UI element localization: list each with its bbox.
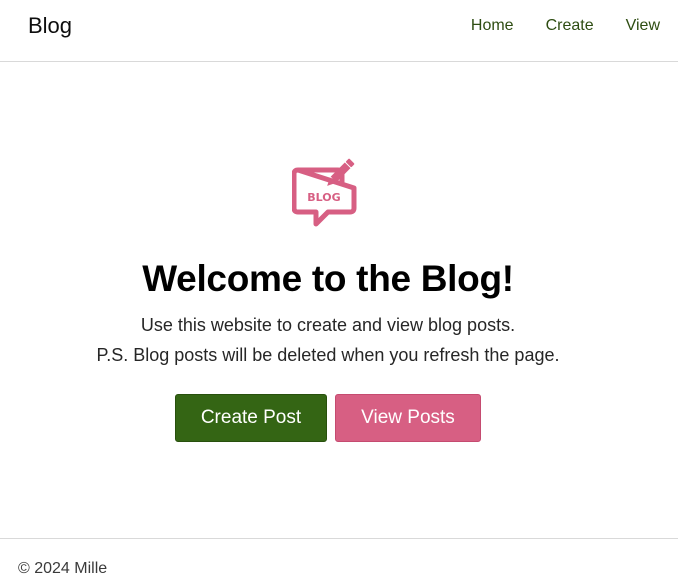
nav-link-create[interactable]: Create <box>546 15 594 37</box>
footer: © 2024 Mille <box>0 538 678 584</box>
view-posts-button[interactable]: View Posts <box>335 394 481 442</box>
refresh-warning-text: P.S. Blog posts will be deleted when you… <box>96 345 560 365</box>
brand-link[interactable]: Blog <box>28 12 72 40</box>
copyright-text: © 2024 Mille <box>18 560 108 577</box>
create-post-button[interactable]: Create Post <box>175 394 327 442</box>
intro-text: Use this website to create and view blog… <box>140 315 516 335</box>
main-nav: Home Create View <box>471 15 660 37</box>
nav-link-view[interactable]: View <box>626 15 660 37</box>
blog-icon-text: BLOG <box>307 191 340 204</box>
blog-icon: BLOG <box>292 158 357 227</box>
welcome-title: Welcome to the Blog! <box>142 258 514 299</box>
nav-link-home[interactable]: Home <box>471 15 514 37</box>
page: Blog Home Create View BLOG Welcome to th… <box>0 0 678 584</box>
top-navbar: Blog Home Create View <box>0 0 678 62</box>
